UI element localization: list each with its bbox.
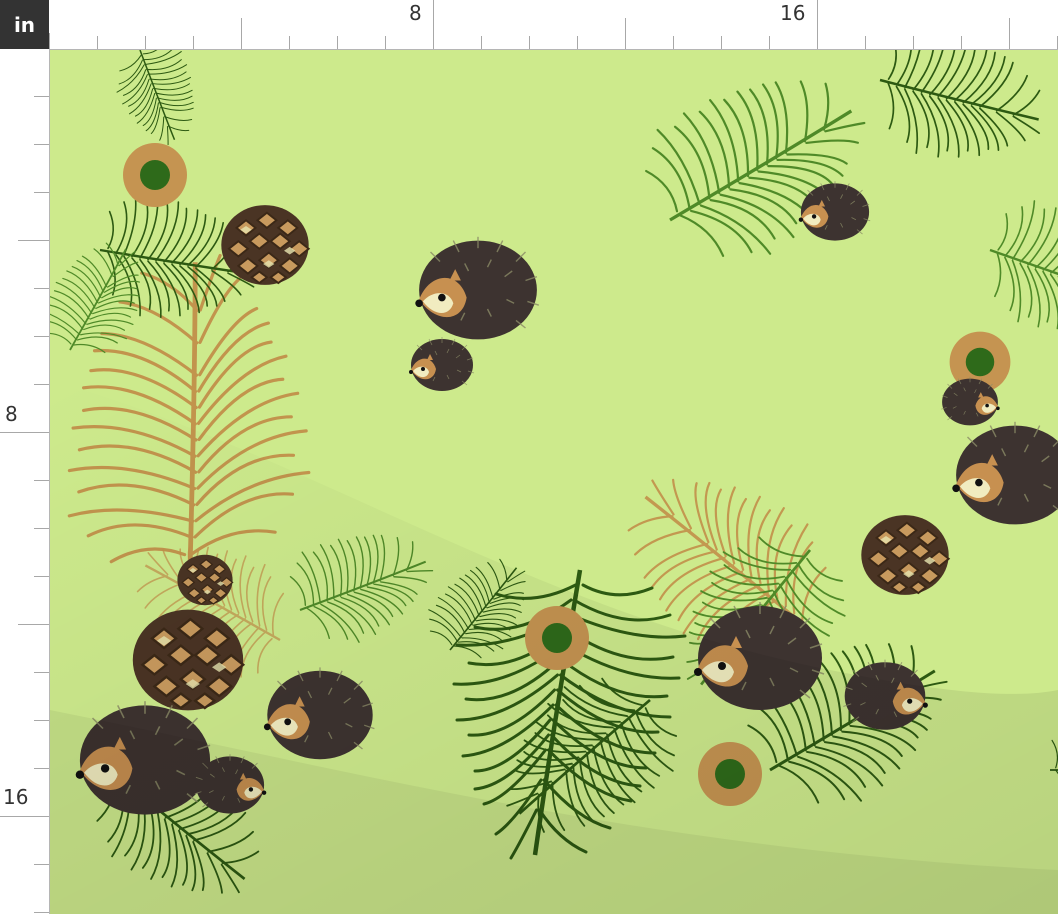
ruler-tick [34,288,49,289]
left-ruler-label-8: 8 [5,402,18,426]
ruler-tick [34,672,49,673]
ruler-tick [529,36,530,49]
left-ruler: 8 16 [0,49,50,914]
ruler-tick [337,36,338,49]
ruler-tick [721,36,722,49]
unit-label[interactable]: in [0,0,49,49]
ruler-tick [34,384,49,385]
ruler-tick [0,816,49,817]
ruler-tick [34,192,49,193]
pine-cone [860,514,950,596]
top-ruler-label-8: 8 [409,1,422,25]
ruler-tick [865,36,866,49]
ruler-tick [673,36,674,49]
ruler-tick [0,432,49,433]
ruler-tick [385,36,386,49]
ruler-tick [49,33,50,49]
ruler-tick [433,0,434,49]
top-ruler-label-16: 16 [780,1,806,25]
ruler-tick [289,36,290,49]
fabric-preview[interactable] [50,50,1058,914]
top-ruler: 8 16 [49,0,1058,50]
ruler-tick [817,0,818,49]
pine-cone [220,204,310,286]
ruler-tick [193,36,194,49]
ruler-tick [18,624,49,625]
ruler-tick [18,240,49,241]
ruler-tick [1009,18,1010,49]
ruler-tick [97,36,98,49]
left-ruler-label-16: 16 [3,785,29,809]
ruler-tick [34,480,49,481]
ruler-tick [34,768,49,769]
ruler-tick [34,336,49,337]
ruler-tick [769,36,770,49]
ruler-tick [34,720,49,721]
ruler-tick [34,912,49,913]
ruler-tick [481,36,482,49]
ruler-tick [34,96,49,97]
ruler-tick [913,36,914,49]
ruler-tick [625,18,626,49]
ruler-tick [34,864,49,865]
ruler-tick [961,36,962,49]
dot [123,143,187,207]
ruler-tick [145,36,146,49]
ruler-tick [241,18,242,49]
ruler-tick [34,528,49,529]
ruler-tick [34,144,49,145]
ruler-tick [34,576,49,577]
ruler-tick [577,36,578,49]
